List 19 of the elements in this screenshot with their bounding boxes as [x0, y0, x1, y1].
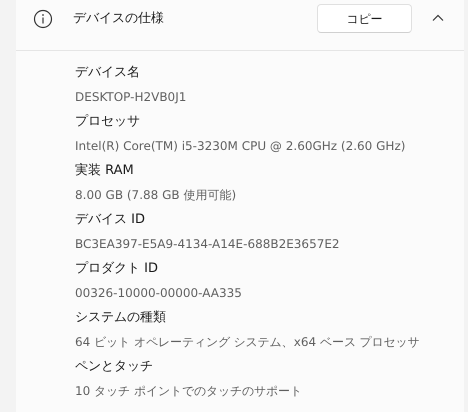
spec-value: DESKTOP-H2VB0J1	[75, 89, 188, 106]
copy-button[interactable]: コピー	[317, 4, 412, 33]
spec-label: 実装 RAM	[75, 162, 135, 180]
spec-label: システムの種類	[75, 309, 167, 327]
spec-value: BC3EA397-E5A9-4134-A14E-688B2E3657E2	[75, 236, 341, 253]
spec-label: ペンとタッチ	[75, 358, 154, 376]
spec-label: プロダクト ID	[75, 260, 159, 278]
section-header[interactable]: デバイスの仕様 コピー	[16, 0, 464, 51]
spec-value: Intel(R) Core(TM) i5-3230M CPU @ 2.60GHz (2.60 GHz)	[75, 138, 406, 155]
spec-label: デバイス名	[75, 64, 141, 82]
spec-value: 10 タッチ ポイントでのタッチのサポート	[75, 383, 303, 400]
section-title: デバイスの仕様	[73, 10, 164, 28]
spec-value: 00326-10000-00000-AA335	[75, 285, 243, 302]
info-icon	[33, 9, 53, 29]
spec-label: デバイス ID	[75, 211, 146, 229]
spec-value: 8.00 GB (7.88 GB 使用可能)	[75, 187, 238, 204]
chevron-icon[interactable]	[432, 14, 444, 22]
spec-label: プロセッサ	[75, 113, 141, 131]
spec-value: 64 ビット オペレーティング システム、x64 ベース プロセッサ	[75, 334, 421, 351]
